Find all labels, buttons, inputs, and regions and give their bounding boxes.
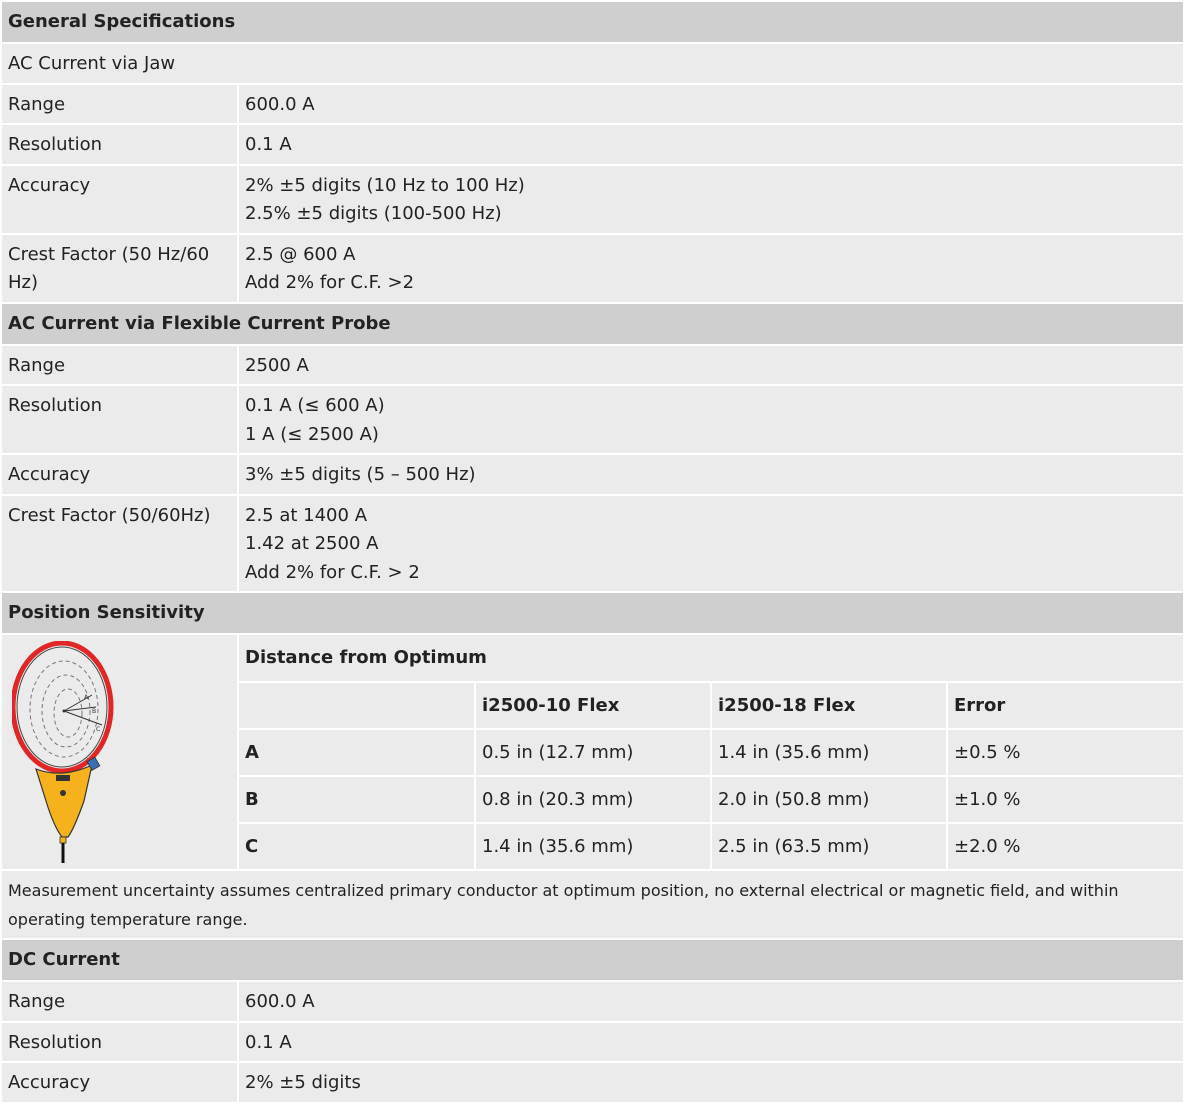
spec-value-line: Add 2% for C.F. > 2 xyxy=(245,561,420,583)
spec-value-line: 2% ±5 digits xyxy=(245,1072,361,1093)
spec-value: 600.0 A xyxy=(237,82,1185,125)
spec-label: Resolution xyxy=(0,123,239,166)
column-header: Error xyxy=(946,681,1183,729)
spec-value: 2.5 @ 600 A Add 2% for C.F. >2 xyxy=(237,232,1185,304)
spec-value-line: 0.1 A xyxy=(245,1031,292,1053)
spec-label: Crest Factor (50/60Hz) xyxy=(0,493,239,593)
position-label: C xyxy=(239,822,475,869)
spec-value: 600.0 A xyxy=(237,980,1185,1023)
spec-label: Accuracy xyxy=(0,1061,239,1104)
section-header-general: General Specifications xyxy=(0,0,1185,44)
spec-row: Crest Factor (50/60Hz) 2.5 at 1400 A 1.4… xyxy=(0,493,1185,593)
spec-value: 2% ±5 digits (10 Hz to 100 Hz) 2.5% ±5 d… xyxy=(237,163,1185,235)
spec-label: Crest Factor (50 Hz/60 Hz) xyxy=(0,232,239,304)
spec-value: 2.5 at 1400 A 1.42 at 2500 A Add 2% for … xyxy=(237,493,1185,593)
spec-label: Accuracy xyxy=(0,453,239,496)
spec-table: General Specifications AC Current via Ja… xyxy=(0,0,1185,1104)
column-header: i2500-18 Flex xyxy=(710,681,947,729)
svg-text:C: C xyxy=(96,726,100,733)
position-row: A B C Distance from Optimum i2500-10 Fle… xyxy=(0,633,1185,871)
spec-value-line: 0.1 A (≤ 600 A) xyxy=(245,395,385,416)
section-title: General Specifications xyxy=(0,0,1185,44)
position-label: A xyxy=(239,728,475,776)
table-cell: ±1.0 % xyxy=(946,775,1183,823)
spec-value-line: 2.5% ±5 digits (100-500 Hz) xyxy=(245,203,502,224)
svg-text:B: B xyxy=(92,708,96,715)
distance-cell: Distance from Optimum i2500-10 Flex i250… xyxy=(237,633,1185,871)
subsection-title: AC Current via Jaw xyxy=(0,42,1185,85)
table-cell: ±2.0 % xyxy=(946,822,1183,869)
spec-value-line: 2.5 @ 600 A xyxy=(245,243,356,265)
spec-value-line: 600.0 A xyxy=(245,93,315,115)
spec-label: Accuracy xyxy=(0,163,239,235)
table-row: A 0.5 in (12.7 mm) 1.4 in (35.6 mm) ±0.5… xyxy=(239,728,1183,776)
table-cell: 1.4 in (35.6 mm) xyxy=(710,728,947,776)
spec-value: 0.1 A xyxy=(237,123,1185,166)
spec-label: Range xyxy=(0,980,239,1023)
spec-row: Accuracy 2% ±5 digits (10 Hz to 100 Hz) … xyxy=(0,163,1185,235)
spec-row: Accuracy 3% ±5 digits (5 – 500 Hz) xyxy=(0,453,1185,496)
probe-image-cell: A B C xyxy=(0,633,239,871)
spec-label: Range xyxy=(0,82,239,125)
table-row: C 1.4 in (35.6 mm) 2.5 in (63.5 mm) ±2.0… xyxy=(239,822,1183,869)
section-header-flex: AC Current via Flexible Current Probe xyxy=(0,301,1185,346)
spec-label: Resolution xyxy=(0,1020,239,1063)
spec-row: Resolution 0.1 A xyxy=(0,123,1185,166)
table-cell: 2.5 in (63.5 mm) xyxy=(710,822,947,869)
spec-row: Accuracy 2% ±5 digits xyxy=(0,1061,1185,1104)
column-header xyxy=(239,681,475,729)
subsection-row: AC Current via Jaw xyxy=(0,42,1185,85)
spec-row: Range 600.0 A xyxy=(0,980,1185,1023)
position-table: i2500-10 Flex i2500-18 Flex Error A 0.5 … xyxy=(239,681,1183,869)
spec-row: Range 600.0 A xyxy=(0,82,1185,125)
note-row: Measurement uncertainty assumes centrali… xyxy=(0,869,1185,940)
table-cell: 0.8 in (20.3 mm) xyxy=(474,775,711,823)
section-header-dc: DC Current xyxy=(0,938,1185,982)
spec-value: 2% ±5 digits xyxy=(237,1061,1185,1104)
spec-value-line: 2500 A xyxy=(245,354,309,376)
spec-value-line: Add 2% for C.F. >2 xyxy=(245,272,415,293)
spec-value-line: 0.1 A xyxy=(245,134,292,155)
spec-row: Range 2500 A xyxy=(0,343,1185,386)
section-title: Position Sensitivity xyxy=(0,591,1185,635)
spec-value-line: 1.42 at 2500 A xyxy=(245,533,379,554)
position-label: B xyxy=(239,775,475,823)
spec-value: 0.1 A (≤ 600 A) 1 A (≤ 2500 A) xyxy=(237,384,1185,455)
spec-value-line: 2.5 at 1400 A xyxy=(245,504,368,526)
table-cell: ±0.5 % xyxy=(946,728,1183,776)
section-title: AC Current via Flexible Current Probe xyxy=(0,301,1185,346)
position-table-header: i2500-10 Flex i2500-18 Flex Error xyxy=(239,681,1183,729)
spec-value-line: 600.0 A xyxy=(245,991,315,1012)
flexible-probe-image: A B C xyxy=(12,641,114,863)
table-cell: 0.5 in (12.7 mm) xyxy=(474,728,711,776)
table-cell: 1.4 in (35.6 mm) xyxy=(474,822,711,869)
spec-label: Range xyxy=(0,343,239,386)
column-header: i2500-10 Flex xyxy=(474,681,711,729)
table-row: B 0.8 in (20.3 mm) 2.0 in (50.8 mm) ±1.0… xyxy=(239,775,1183,823)
spec-value-line: 2% ±5 digits (10 Hz to 100 Hz) xyxy=(245,174,525,196)
spec-value: 0.1 A xyxy=(237,1020,1185,1063)
spec-value: 2500 A xyxy=(237,343,1185,386)
spec-label: Resolution xyxy=(0,384,239,455)
measurement-note: Measurement uncertainty assumes centrali… xyxy=(0,869,1185,940)
spec-value-line: 3% ±5 digits (5 – 500 Hz) xyxy=(245,464,476,485)
table-cell: 2.0 in (50.8 mm) xyxy=(710,775,947,823)
spec-row: Crest Factor (50 Hz/60 Hz) 2.5 @ 600 A A… xyxy=(0,232,1185,304)
spec-value-line: 1 A (≤ 2500 A) xyxy=(245,423,379,445)
distance-title: Distance from Optimum xyxy=(245,647,487,668)
spec-row: Resolution 0.1 A xyxy=(0,1020,1185,1063)
spec-value: 3% ±5 digits (5 – 500 Hz) xyxy=(237,453,1185,496)
spec-row: Resolution 0.1 A (≤ 600 A) 1 A (≤ 2500 A… xyxy=(0,384,1185,455)
section-title: DC Current xyxy=(0,938,1185,982)
section-header-position: Position Sensitivity xyxy=(0,591,1185,635)
